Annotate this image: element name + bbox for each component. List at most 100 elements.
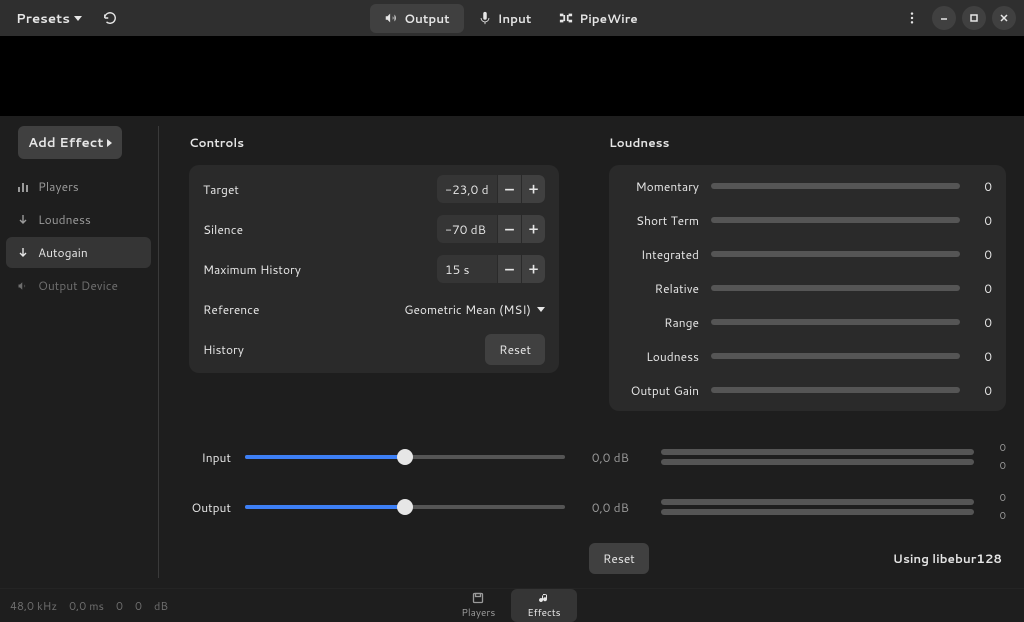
footer-tab-effects[interactable]: Effects [511,589,576,622]
add-effect-label: Add Effect [28,133,103,152]
refresh-icon [103,11,117,25]
titlebar: Presets Output Input PipeWire [0,0,1024,36]
io-block: Input 0,0 dB 0 0 Output [189,441,1006,523]
io-output-label: Output [189,499,231,516]
control-label: Reference [203,301,394,318]
silence-input[interactable] [437,215,497,243]
footer-tabs: Players Effects [168,589,854,622]
controls-column: Controls Target − + Silence [189,134,559,411]
control-label: History [203,341,475,358]
titlebar-left: Presets [8,3,124,34]
control-target: Target − + [189,169,559,209]
footer: 48,0 kHz 0,0 ms 0 0 dB Players Effects [0,588,1024,622]
level-value: 0 [988,491,1006,505]
sidebar-item-output-device[interactable]: Output Device [6,270,151,301]
sidebar-item-autogain[interactable]: Autogain [6,237,151,268]
control-label: Maximum History [203,261,427,278]
io-input-label: Input [189,449,231,466]
output-db-value: 0,0 dB [579,499,629,516]
tab-pipewire[interactable]: PipeWire [545,4,651,33]
loudness-label: Output Gain [623,382,699,399]
loudness-panel: Momentary 0 Short Term 0 Integrated 0 [609,165,1006,411]
decrement-button[interactable]: − [497,175,521,203]
output-level-values: 0 0 [988,491,1006,523]
menu-button[interactable] [898,4,926,32]
close-icon [999,13,1009,23]
footer-tab-label: Players [461,606,495,620]
tab-output[interactable]: Output [370,4,463,33]
loudness-relative: Relative 0 [609,271,1006,305]
loudness-column: Loudness Momentary 0 Short Term 0 Integr… [609,134,1006,411]
decrement-button[interactable]: − [497,255,521,283]
add-effect-button[interactable]: Add Effect [18,126,122,159]
maxhist-input[interactable] [437,255,497,283]
footer-tab-players[interactable]: Players [445,589,511,622]
tab-pipewire-label: PipeWire [579,10,637,27]
decrement-button[interactable]: − [497,215,521,243]
speaker-icon [16,280,30,292]
sidebar-item-label: Autogain [38,244,88,261]
slider-fill [245,455,405,459]
footer-tab-label: Effects [527,606,560,620]
meter [711,251,960,257]
meter [711,319,960,325]
slider-fill [245,505,405,509]
loudness-output-gain: Output Gain 0 [609,373,1006,407]
input-gain-slider[interactable] [245,449,565,465]
slider-thumb[interactable] [397,449,413,465]
history-reset-button[interactable]: Reset [485,334,545,365]
control-silence: Silence − + [189,209,559,249]
loudness-label: Short Term [623,212,699,229]
output-gain-slider[interactable] [245,499,565,515]
tab-output-label: Output [404,10,449,27]
control-reference: Reference Geometric Mean (MSI) [189,289,559,329]
close-button[interactable] [992,6,1016,30]
pipewire-icon [559,11,573,25]
presets-button[interactable]: Presets [8,3,90,34]
status-latency: 0,0 ms [69,598,104,614]
sidebar-item-loudness[interactable]: Loudness [6,204,151,235]
sidebar-item-label: Output Device [38,277,118,294]
refresh-button[interactable] [96,4,124,32]
control-max-history: Maximum History − + [189,249,559,289]
target-spinbox: − + [437,175,545,203]
status-b: 0 [135,598,142,614]
increment-button[interactable]: + [521,175,545,203]
io-reset-button[interactable]: Reset [589,543,649,574]
meter [711,217,960,223]
spectrum-banner [0,36,1024,116]
level-bar-right [661,459,974,465]
reference-value: Geometric Mean (MSI) [404,301,531,318]
minimize-button[interactable] [932,6,956,30]
microphone-icon [478,11,492,25]
speaker-icon [384,11,398,25]
bottom-row: Reset Using libebur128 [189,543,1006,574]
target-input[interactable] [437,175,497,203]
loudness-short-term: Short Term 0 [609,203,1006,237]
reference-dropdown[interactable]: Geometric Mean (MSI) [404,301,545,318]
titlebar-right [898,4,1016,32]
increment-button[interactable]: + [521,255,545,283]
control-label: Target [203,181,427,198]
slider-thumb[interactable] [397,499,413,515]
maximize-button[interactable] [962,6,986,30]
level-bar-left [661,449,974,455]
meter [711,353,960,359]
increment-button[interactable]: + [521,215,545,243]
tab-input[interactable]: Input [464,4,546,33]
tab-input-label: Input [498,10,532,27]
loudness-label: Range [623,314,699,331]
maximize-icon [969,13,979,23]
loudness-loudness: Loudness 0 [609,339,1006,373]
loudness-integrated: Integrated 0 [609,237,1006,271]
maxhist-spinbox: − + [437,255,545,283]
loudness-range: Range 0 [609,305,1006,339]
sidebar-item-players[interactable]: Players [6,171,151,202]
level-value: 0 [988,509,1006,523]
main: Controls Target − + Silence [159,116,1024,588]
input-db-value: 0,0 dB [579,449,629,466]
loudness-value: 0 [972,212,992,229]
chevron-down-icon [74,16,82,21]
panels: Controls Target − + Silence [189,134,1006,411]
control-label: Silence [203,221,427,238]
